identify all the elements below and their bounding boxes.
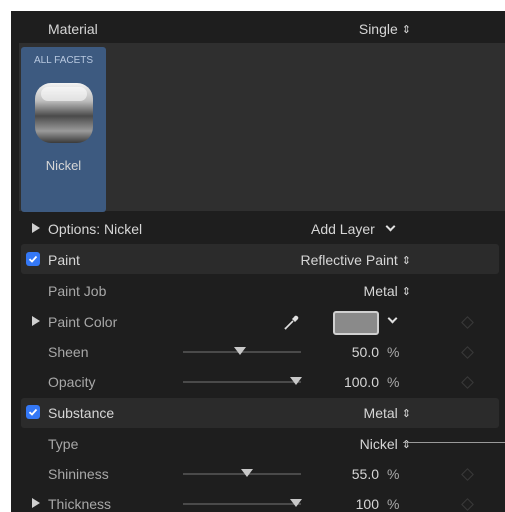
sheen-unit: % [387,344,400,360]
updown-arrows-icon: ⇕ [401,439,411,451]
updown-arrows-icon: ⇕ [401,286,411,298]
material-name: Nickel [45,158,82,173]
metal-type-value: Nickel [359,436,398,452]
opacity-slider-track[interactable] [183,381,301,383]
material-mode-popup[interactable]: Single ⇕ [311,21,411,38]
keyframe-button[interactable] [461,376,474,389]
type-label: Type [48,436,79,452]
updown-arrows-icon: ⇕ [401,255,411,267]
material-label: Material [48,21,98,37]
substance-checkbox[interactable] [26,405,40,419]
opacity-label: Opacity [48,374,96,390]
paint-type-popup[interactable]: Reflective Paint ⇕ [231,252,412,269]
inspector-panel: Material Single ⇕ ALL FACETS Nickel Optio… [11,11,505,512]
shininess-value[interactable]: 55.0 [311,466,379,482]
thickness-value[interactable]: 100 [311,496,379,512]
eyedropper-icon[interactable] [283,313,301,331]
paint-job-popup[interactable]: Metal ⇕ [261,283,411,300]
paint-color-swatch[interactable] [333,311,379,335]
material-preview-thumbnail [35,83,93,143]
thickness-slider-track[interactable] [183,503,301,505]
add-layer-button[interactable]: Add Layer [311,221,375,237]
substance-label: Substance [48,405,115,421]
paint-job-value: Metal [363,283,398,299]
chevron-down-icon [385,221,396,232]
paint-label: Paint [48,252,80,268]
keyframe-button[interactable] [461,498,474,511]
all-facets-tab[interactable]: ALL FACETS [21,53,106,69]
paint-job-label: Paint Job [48,283,107,299]
thickness-label: Thickness [48,496,112,512]
opacity-unit: % [387,374,400,390]
metal-type-popup[interactable]: Nickel ⇕ [261,436,411,453]
keyframe-button[interactable] [461,346,474,359]
sheen-value[interactable]: 50.0 [311,344,379,360]
add-layer-label: Add Layer [311,221,375,237]
sheen-slider-thumb[interactable] [234,347,246,355]
disclosure-triangle-icon[interactable] [32,223,40,233]
paint-checkbox[interactable] [26,252,40,266]
keyframe-button[interactable] [461,316,474,329]
shininess-slider-thumb[interactable] [241,469,253,477]
facet-card-nickel[interactable]: ALL FACETS Nickel [21,47,106,212]
options-label: Options: Nickel [48,221,143,237]
updown-arrows-icon: ⇕ [401,24,411,36]
thickness-unit: % [387,496,400,512]
shininess-unit: % [387,466,400,482]
shininess-label: Shininess [48,466,109,482]
disclosure-triangle-icon[interactable] [32,316,40,326]
thickness-slider-thumb[interactable] [290,499,302,507]
substance-type-popup[interactable]: Metal ⇕ [261,405,411,422]
paint-color-label: Paint Color [48,314,118,330]
disclosure-triangle-icon[interactable] [32,498,40,508]
updown-arrows-icon: ⇕ [401,408,411,420]
opacity-slider-thumb[interactable] [290,377,302,385]
substance-type-value: Metal [363,405,398,421]
callout-line [403,442,505,443]
opacity-value[interactable]: 100.0 [311,374,379,390]
material-mode-value: Single [358,21,398,37]
chevron-down-icon[interactable] [387,313,398,324]
keyframe-button[interactable] [461,468,474,481]
sheen-label: Sheen [48,344,89,360]
paint-type-value: Reflective Paint [300,252,398,268]
